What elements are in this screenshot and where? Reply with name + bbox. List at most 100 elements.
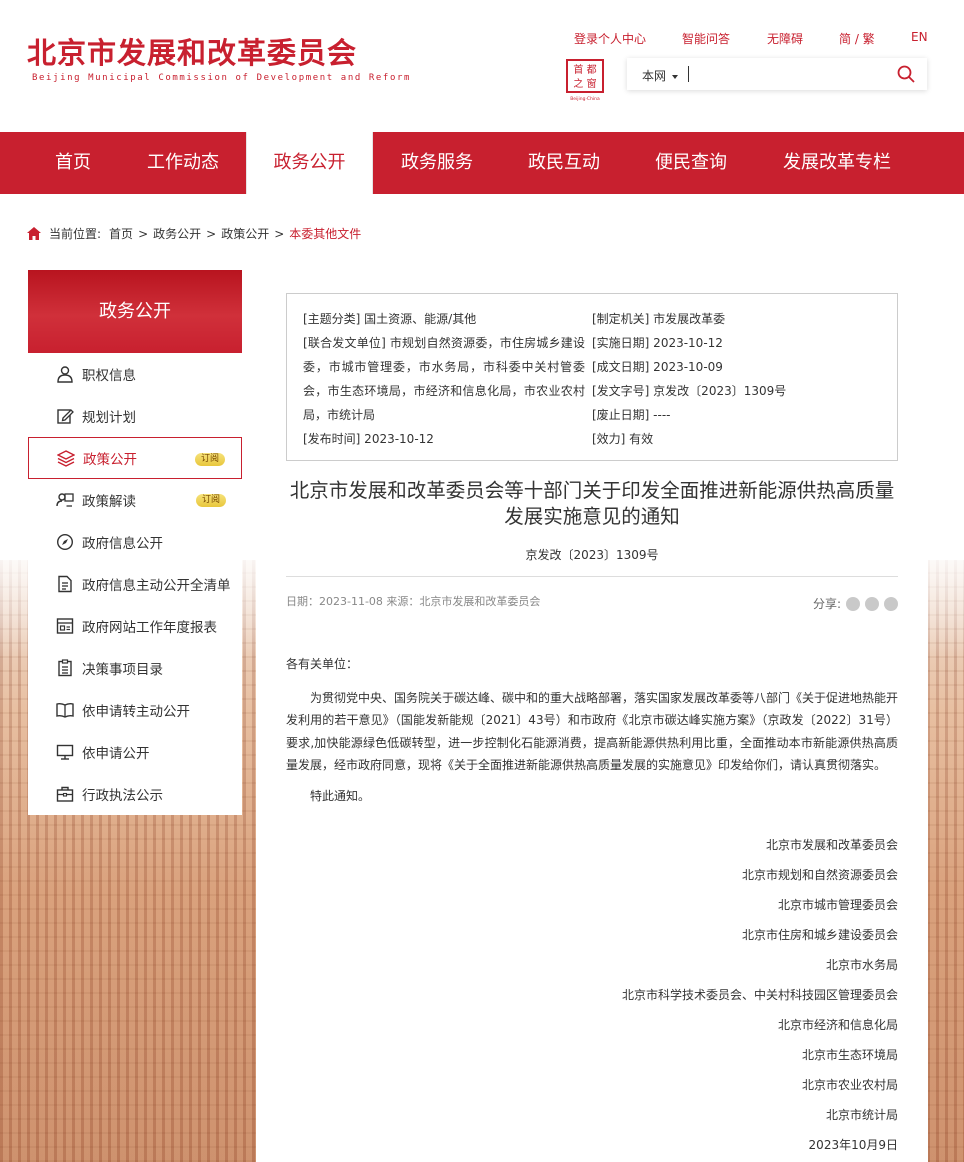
- compass-icon: [56, 533, 74, 551]
- meta-topic: [主题分类] 国土资源、能源/其他: [303, 312, 477, 326]
- capital-seal-logo: 首 都 之 窗 Beijing·China: [566, 59, 604, 102]
- signature-block: 北京市发展和改革委员会 北京市规划和自然资源委员会 北京市城市管理委员会 北京市…: [622, 830, 898, 1160]
- person-icon: [57, 366, 73, 383]
- layers-icon: [57, 450, 75, 467]
- sidebar-item-policy-interpretation[interactable]: 政策解读 订阅: [28, 479, 242, 521]
- breadcrumb-current[interactable]: 本委其他文件: [289, 225, 361, 242]
- chevron-down-icon: [672, 74, 679, 79]
- document-icon: [58, 575, 72, 593]
- meta-joint-issuers: [联合发文单位] 市规划自然资源委，市住房城乡建设委，市城市管理委，市水务局，市…: [303, 336, 585, 422]
- site-header: 北京市发展和改革委员会 Beijing Municipal Commission…: [0, 0, 964, 132]
- sidebar-item-enforcement-disclosure[interactable]: 行政执法公示: [28, 773, 242, 815]
- home-icon: [27, 227, 41, 240]
- article-title: 北京市发展和改革委员会等十部门关于印发全面推进新能源供热高质量发展实施意见的通知: [289, 479, 895, 528]
- search-cursor: [688, 66, 689, 82]
- signature-line: 北京市经济和信息化局: [777, 1018, 898, 1032]
- briefcase-icon: [56, 786, 74, 802]
- login-link[interactable]: 登录个人中心: [574, 30, 646, 47]
- signature-line: 北京市住房和城乡建设委员会: [741, 928, 898, 942]
- signature-line: 北京市发展和改革委员会: [765, 838, 898, 852]
- breadcrumb-policy-open[interactable]: 政策公开: [221, 225, 269, 242]
- meta-publish-time: [发布时间] 2023-10-12: [303, 432, 434, 446]
- svg-text:首 都: 首 都: [573, 63, 596, 76]
- english-link[interactable]: EN: [911, 30, 928, 44]
- breadcrumb-separator: >: [138, 226, 149, 241]
- breadcrumb-separator: >: [206, 226, 217, 241]
- metadata-left-column: [主题分类] 国土资源、能源/其他 [联合发文单位] 市规划自然资源委，市住房城…: [303, 307, 585, 451]
- nav-home[interactable]: 首页: [38, 132, 108, 194]
- logo-subtitle: Beijing Municipal Commission of Developm…: [32, 73, 411, 83]
- breadcrumb: 当前位置: 首页 > 政务公开 > 政策公开 > 本委其他文件: [27, 225, 361, 242]
- meta-expiry-date: [废止日期] ----: [592, 408, 671, 422]
- subscribe-badge[interactable]: 订阅: [195, 494, 226, 507]
- nav-work-news[interactable]: 工作动态: [140, 132, 226, 194]
- search-scope-select[interactable]: 本网: [642, 67, 679, 84]
- search-icon[interactable]: [897, 65, 915, 83]
- search-bar: 本网: [627, 58, 927, 90]
- svg-text:之 窗: 之 窗: [573, 77, 596, 90]
- sidebar-item-label: 政府信息公开: [82, 536, 163, 552]
- search-input[interactable]: [691, 62, 891, 86]
- meta-validity: [效力] 有效: [592, 432, 654, 446]
- sidebar-item-authority-info[interactable]: 职权信息: [28, 353, 242, 395]
- sidebar-item-policy-open[interactable]: 政策公开 订阅: [28, 437, 242, 479]
- edit-icon: [57, 409, 74, 424]
- article-doc-number: 京发改〔2023〕1309号: [525, 548, 659, 562]
- signature-date: 2023年10月9日: [808, 1138, 898, 1152]
- subscribe-badge[interactable]: 订阅: [194, 453, 225, 466]
- wechat-share-icon[interactable]: [846, 596, 860, 611]
- signature-line: 北京市生态环境局: [801, 1048, 898, 1062]
- meta-issuing-authority: [制定机关] 市发展改革委: [592, 312, 726, 326]
- nav-public-interaction[interactable]: 政民互动: [521, 132, 607, 194]
- sidebar-item-active-disclosure-list[interactable]: 政府信息主动公开全清单: [28, 563, 242, 605]
- sidebar-item-annual-report[interactable]: 政府网站工作年度报表: [28, 605, 242, 647]
- nav-government-affairs-open[interactable]: 政务公开: [246, 132, 373, 194]
- signature-line: 北京市城市管理委员会: [777, 898, 898, 912]
- sidebar-title: 政务公开: [28, 270, 242, 353]
- simplified-traditional-link[interactable]: 简 / 繁: [839, 30, 875, 47]
- share-bar: 分享:: [813, 595, 898, 612]
- sidebar-item-label: 政策解读: [82, 494, 136, 510]
- metadata-right-column: [制定机关] 市发展改革委 [实施日期] 2023-10-12 [成文日期] 2…: [592, 307, 892, 451]
- report-icon: [56, 618, 74, 634]
- sidebar: 政务公开 职权信息 规划计划 政策公开 订阅 政策解读 订阅 政府信息公开 政府…: [28, 270, 242, 815]
- article-panel: [主题分类] 国土资源、能源/其他 [联合发文单位] 市规划自然资源委，市住房城…: [256, 270, 928, 1162]
- breadcrumb-separator: >: [274, 226, 285, 241]
- divider: [286, 576, 898, 577]
- nav-public-query[interactable]: 便民查询: [648, 132, 734, 194]
- article-body: 各有关单位： 为贯彻党中央、国务院关于碳达峰、碳中和的重大战略部署，落实国家发展…: [286, 653, 898, 807]
- smart-qa-link[interactable]: 智能问答: [682, 30, 730, 47]
- logo-title[interactable]: 北京市发展和改革委员会: [27, 30, 357, 72]
- sidebar-item-label: 依申请转主动公开: [82, 704, 190, 720]
- sidebar-item-gov-info-open[interactable]: 政府信息公开: [28, 521, 242, 563]
- sidebar-item-label: 决策事项目录: [82, 662, 163, 678]
- sidebar-item-request-open[interactable]: 依申请公开: [28, 731, 242, 773]
- sidebar-item-request-to-active[interactable]: 依申请转主动公开: [28, 689, 242, 731]
- sidebar-item-label: 行政执法公示: [82, 788, 163, 804]
- accessibility-link[interactable]: 无障碍: [767, 30, 803, 47]
- main-nav: 首页 工作动态 政务公开 政务服务 政民互动 便民查询 发展改革专栏: [0, 132, 964, 194]
- favorite-share-icon[interactable]: [884, 596, 898, 611]
- breadcrumb-government-open[interactable]: 政务公开: [153, 225, 201, 242]
- nav-government-services[interactable]: 政务服务: [394, 132, 480, 194]
- sidebar-item-label: 政策公开: [83, 452, 137, 468]
- book-icon: [56, 702, 74, 718]
- share-label: 分享:: [812, 597, 841, 611]
- sidebar-item-decision-catalog[interactable]: 决策事项目录: [28, 647, 242, 689]
- weibo-share-icon[interactable]: [865, 596, 879, 611]
- document-metadata-box: [主题分类] 国土资源、能源/其他 [联合发文单位] 市规划自然资源委，市住房城…: [286, 293, 898, 461]
- meta-effective-date: [实施日期] 2023-10-12: [592, 336, 723, 350]
- meta-written-date: [成文日期] 2023-10-09: [592, 360, 723, 374]
- main-paragraph: 为贯彻党中央、国务院关于碳达峰、碳中和的重大战略部署，落实国家发展改革委等八部门…: [286, 690, 899, 773]
- breadcrumb-home[interactable]: 首页: [109, 225, 133, 242]
- signature-line: 北京市水务局: [825, 958, 898, 972]
- sidebar-item-label: 规划计划: [82, 410, 136, 426]
- interpret-icon: [56, 493, 74, 507]
- svg-text:Beijing·China: Beijing·China: [570, 96, 600, 102]
- sidebar-item-planning[interactable]: 规划计划: [28, 395, 242, 437]
- sidebar-item-label: 依申请公开: [82, 746, 150, 762]
- salutation: 各有关单位：: [286, 657, 359, 671]
- sidebar-item-label: 职权信息: [82, 368, 136, 384]
- nav-reform-column[interactable]: 发展改革专栏: [776, 132, 898, 194]
- signature-line: 北京市统计局: [825, 1108, 898, 1122]
